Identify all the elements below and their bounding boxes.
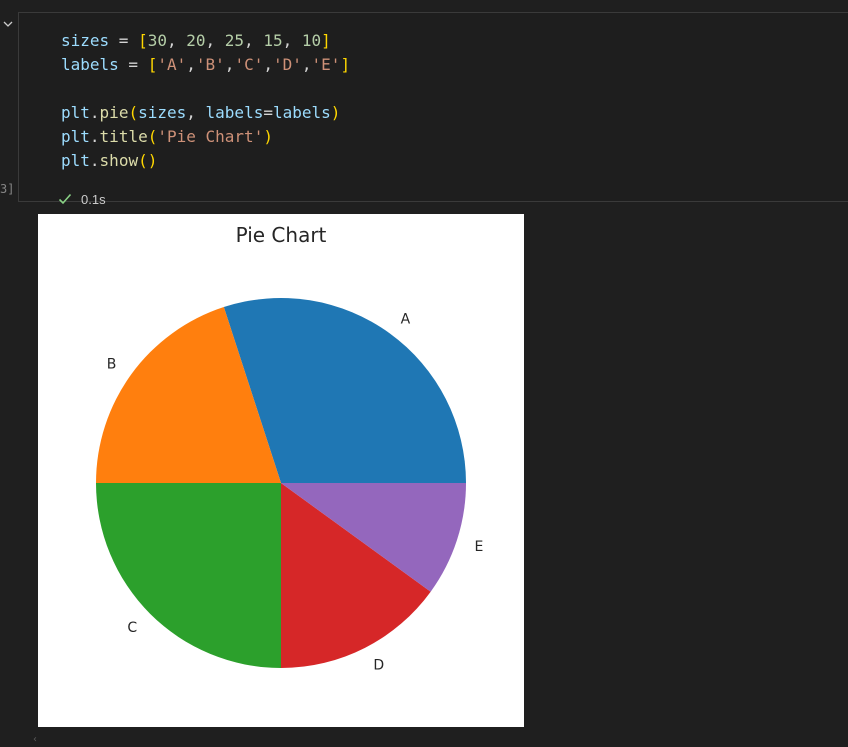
code-token: () bbox=[138, 151, 158, 170]
pie-label-d: D bbox=[373, 657, 384, 673]
code-token: sizes bbox=[61, 31, 110, 50]
code-token: title bbox=[99, 127, 148, 146]
code-token: , bbox=[301, 55, 312, 74]
code-token: = bbox=[109, 31, 139, 50]
execution-count: 3] bbox=[0, 182, 15, 196]
code-token: , bbox=[166, 31, 187, 50]
code-token: , bbox=[263, 55, 273, 74]
code-line: plt.title('Pie Chart') bbox=[61, 125, 350, 149]
check-icon bbox=[58, 193, 72, 205]
pie-label-a: A bbox=[401, 311, 411, 327]
code-token: 'A' bbox=[157, 55, 187, 74]
code-token: 'B' bbox=[195, 55, 225, 74]
code-editor[interactable]: sizes = [30, 20, 25, 15, 10] labels = ['A… bbox=[61, 29, 350, 173]
code-token: [ bbox=[138, 31, 148, 50]
code-token: = bbox=[118, 55, 148, 74]
cell-output: Pie Chart A B C D E bbox=[38, 214, 524, 727]
code-cell[interactable]: sizes = [30, 20, 25, 15, 10] labels = ['A… bbox=[18, 12, 848, 207]
pie-slice-c bbox=[96, 483, 281, 668]
code-token: labels bbox=[61, 55, 119, 74]
pie-label-e: E bbox=[475, 539, 484, 555]
code-token: ( bbox=[128, 103, 139, 122]
code-token: 20 bbox=[186, 31, 206, 50]
code-token: 30 bbox=[147, 31, 167, 50]
code-token: ) bbox=[330, 103, 341, 122]
code-token: 'Pie Chart' bbox=[157, 127, 264, 146]
code-token: . bbox=[89, 151, 100, 170]
code-line: sizes = [30, 20, 25, 15, 10] bbox=[61, 29, 350, 53]
chart-title: Pie Chart bbox=[236, 223, 327, 247]
code-token: 10 bbox=[301, 31, 322, 50]
code-token: [ bbox=[147, 55, 158, 74]
code-token: , bbox=[186, 103, 206, 122]
code-token: 'E' bbox=[311, 55, 341, 74]
execution-status: 0.1s bbox=[57, 191, 106, 207]
code-token: ( bbox=[147, 127, 158, 146]
code-token: ] bbox=[340, 55, 351, 74]
code-token: , bbox=[186, 55, 196, 74]
pie-label-b: B bbox=[107, 356, 117, 372]
code-token: = bbox=[263, 103, 273, 122]
scroll-left-icon[interactable]: ‹ bbox=[33, 735, 41, 745]
code-token: show bbox=[99, 151, 139, 170]
code-token: 15 bbox=[263, 31, 283, 50]
code-line: plt.pie(sizes, labels=labels) bbox=[61, 101, 350, 125]
code-token: . bbox=[89, 127, 100, 146]
notebook-cell: sizes = [30, 20, 25, 15, 10] labels = ['A… bbox=[0, 0, 848, 747]
pie-chart: Pie Chart A B C D E bbox=[96, 223, 484, 673]
chevron-down-icon[interactable] bbox=[2, 18, 14, 30]
code-token: ] bbox=[321, 31, 331, 50]
code-token: plt bbox=[61, 103, 90, 122]
code-line: plt.show() bbox=[61, 149, 350, 173]
pie-label-c: C bbox=[127, 620, 137, 636]
code-token: , bbox=[244, 31, 264, 50]
code-line: labels = ['A','B','C','D','E'] bbox=[61, 53, 350, 77]
code-token: labels bbox=[205, 103, 264, 122]
code-token: . bbox=[89, 103, 100, 122]
code-token: 'C' bbox=[234, 55, 264, 74]
code-token: plt bbox=[61, 151, 90, 170]
code-token: ) bbox=[263, 127, 273, 146]
code-token: , bbox=[224, 55, 235, 74]
code-token: labels bbox=[272, 103, 331, 122]
code-token: , bbox=[205, 31, 225, 50]
code-token: plt bbox=[61, 127, 90, 146]
code-token: , bbox=[282, 31, 302, 50]
code-token: 25 bbox=[224, 31, 245, 50]
code-token: 'D' bbox=[272, 55, 302, 74]
code-token: pie bbox=[99, 103, 129, 122]
code-token: sizes bbox=[138, 103, 187, 122]
execution-time: 0.1s bbox=[81, 191, 106, 207]
